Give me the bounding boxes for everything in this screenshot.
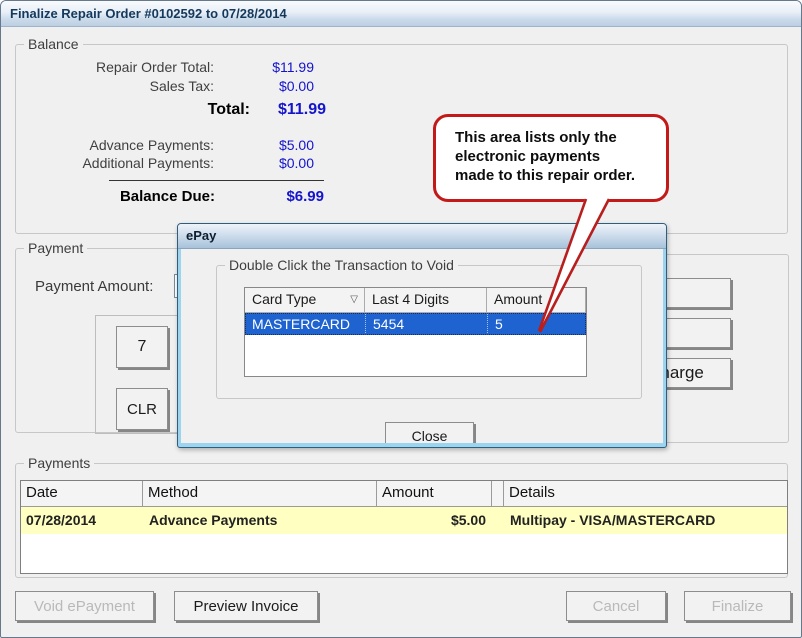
balance-row: Sales Tax: $0.00 [22,78,314,94]
payment-row-date: 07/28/2014 [21,507,143,534]
epay-dialog: ePay Double Click the Transaction to Voi… [177,223,667,448]
transaction-last4: 5454 [365,313,487,335]
payment-row-method: Advance Payments [143,507,377,534]
advance-payments-label: Advance Payments: [22,137,214,153]
finalize-repair-order-window: Finalize Repair Order #0102592 to 07/28/… [0,0,802,638]
void-epayment-button[interactable]: Void ePayment [15,591,154,621]
epay-dialog-body: Double Click the Transaction to Void Car… [181,249,663,443]
payment-row-details: Multipay - VISA/MASTERCARD [504,507,787,534]
balance-due-value: $6.99 [215,188,324,205]
sort-descending-icon: ▽ [350,293,358,307]
column-header-amount[interactable]: Amount [377,481,492,507]
transaction-card-type: MASTERCARD [245,313,365,335]
preview-invoice-button[interactable]: Preview Invoice [174,591,318,621]
payments-group: Payments Date Method Amount Details 07/2… [15,463,788,578]
epay-instruction-label: Double Click the Transaction to Void [225,257,458,273]
epay-grid-header: Card Type ▽ Last 4 Digits Amount [245,288,586,313]
balance-group-label: Balance [24,36,83,52]
sales-tax-label: Sales Tax: [22,78,214,94]
epay-transactions-grid: Card Type ▽ Last 4 Digits Amount MASTERC… [244,287,587,377]
column-header-method[interactable]: Method [143,481,377,507]
balance-due-label: Balance Due: [22,188,215,205]
sales-tax-value: $0.00 [214,78,314,94]
payment-group-label: Payment [24,240,87,256]
epay-transaction-row-selected[interactable]: MASTERCARD 5454 5 [245,313,586,335]
keypad-clr-button[interactable]: CLR [116,388,168,430]
repair-order-total-value: $11.99 [214,59,314,75]
balance-row: Repair Order Total: $11.99 [22,59,314,75]
epay-dialog-title: ePay [186,228,216,243]
epay-close-button[interactable]: Close [385,422,474,443]
balance-row: Additional Payments: $0.00 [22,155,314,171]
annotation-line-3: made to this repair order. [455,166,666,185]
column-header-last4[interactable]: Last 4 Digits [365,288,487,313]
balance-group: Balance Repair Order Total: $11.99 Sales… [15,44,788,234]
annotation-line-2: electronic payments [455,147,666,166]
total-value: $11.99 [250,101,326,119]
transaction-amount: 5 [487,313,586,335]
column-header-card-type[interactable]: Card Type ▽ [245,288,365,313]
column-header-spacer [492,481,504,507]
cancel-button[interactable]: Cancel [566,591,666,621]
payment-row-amount: $5.00 [377,507,492,534]
advance-payments-value: $5.00 [214,137,314,153]
window-title: Finalize Repair Order #0102592 to 07/28/… [1,1,801,26]
repair-order-total-label: Repair Order Total: [22,59,214,75]
balance-row-due: Balance Due: $6.99 [22,188,324,205]
card-type-header-label: Card Type [252,291,316,307]
payments-table-header: Date Method Amount Details [21,481,787,507]
total-label: Total: [22,101,250,119]
keypad-7-button[interactable]: 7 [116,326,168,368]
additional-payments-value: $0.00 [214,155,314,171]
balance-row: Advance Payments: $5.00 [22,137,314,153]
payment-row-spacer [492,507,504,534]
annotation-callout: This area lists only the electronic paym… [433,114,669,202]
balance-separator [109,180,324,181]
finalize-button[interactable]: Finalize [684,591,791,621]
payments-table: Date Method Amount Details 07/28/2014 Ad… [20,480,788,574]
epay-dialog-titlebar: ePay [178,224,666,249]
additional-payments-label: Additional Payments: [22,155,214,171]
column-header-details[interactable]: Details [504,481,787,507]
payment-amount-label: Payment Amount: [35,278,153,295]
payment-row[interactable]: 07/28/2014 Advance Payments $5.00 Multip… [21,507,787,534]
column-header-date[interactable]: Date [21,481,143,507]
window-titlebar: Finalize Repair Order #0102592 to 07/28/… [1,1,801,27]
payments-group-label: Payments [24,455,94,471]
column-header-epay-amount[interactable]: Amount [487,288,586,313]
balance-row-total: Total: $11.99 [22,101,326,119]
annotation-line-1: This area lists only the [455,128,666,147]
